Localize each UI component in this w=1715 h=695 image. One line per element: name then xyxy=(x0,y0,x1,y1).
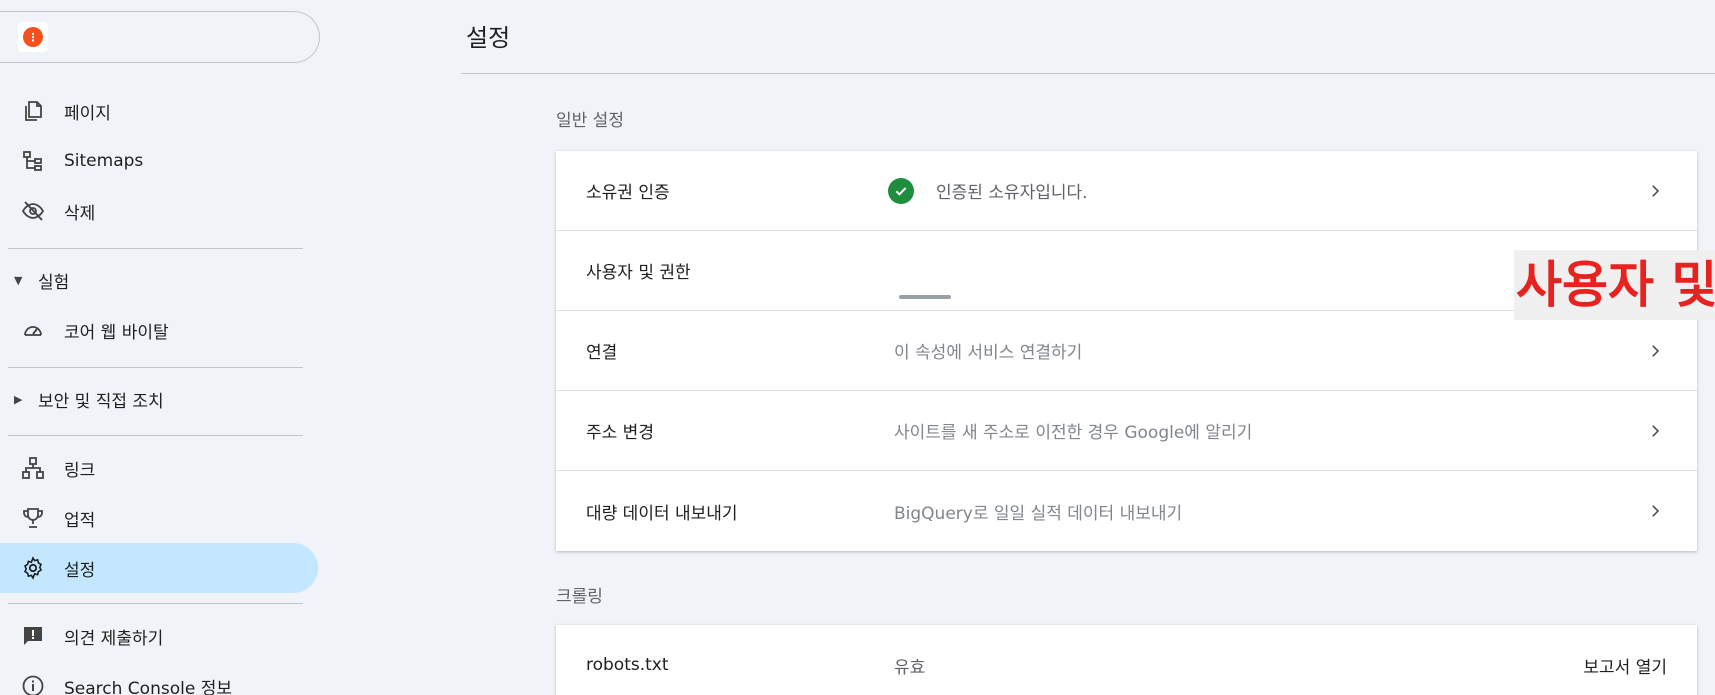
sidebar-group-label: 보안 및 직접 조치 xyxy=(38,391,164,412)
property-logo: ⋮ xyxy=(18,22,48,52)
property-logo-icon: ⋮ xyxy=(23,27,43,47)
row-ownership-verification[interactable]: 소유권 인증 인증된 소유자입니다. xyxy=(556,151,1697,231)
sidebar-item-label: 업적 xyxy=(64,510,96,531)
check-circle-icon xyxy=(888,177,914,204)
sidebar-item-about[interactable]: Search Console 정보 xyxy=(0,661,318,695)
row-label: 연결 xyxy=(586,343,618,363)
info-icon xyxy=(20,673,46,695)
sidebar-item-label: 설정 xyxy=(64,560,96,581)
divider xyxy=(8,248,303,249)
open-report-button[interactable]: 보고서 열기 xyxy=(1583,653,1667,678)
sidebar-item-sitemaps[interactable]: Sitemaps xyxy=(0,136,318,186)
sidebar-item-achievements[interactable]: 업적 xyxy=(0,493,318,543)
sidebar-item-settings[interactable]: 설정 xyxy=(0,543,318,593)
sidebar-item-pages[interactable]: 페이지 xyxy=(0,86,318,136)
pages-icon xyxy=(20,98,46,124)
sidebar-item-label: Sitemaps xyxy=(64,151,144,171)
caret-right-icon: ▶ xyxy=(14,392,23,406)
chevron-right-icon xyxy=(1643,179,1667,203)
sidebar-group-label: 실험 xyxy=(38,272,70,293)
sidebar-item-label: 코어 웹 바이탈 xyxy=(64,322,169,343)
sitemap-icon xyxy=(20,148,46,174)
section-heading-general: 일반 설정 xyxy=(556,111,624,131)
caret-down-icon: ▼ xyxy=(14,273,23,287)
sidebar-item-feedback[interactable]: 의견 제출하기 xyxy=(0,611,318,661)
divider xyxy=(8,603,303,604)
row-change-of-address[interactable]: 주소 변경 사이트를 새 주소로 이전한 경우 Google에 알리기 xyxy=(556,391,1697,471)
links-icon xyxy=(20,455,46,481)
general-settings-card: 소유권 인증 인증된 소유자입니다. 사용자 및 권한 연결 이 속성에 서비스… xyxy=(556,151,1697,551)
sidebar-item-label: 의견 제출하기 xyxy=(64,628,164,649)
title-divider xyxy=(461,73,1715,74)
row-value: BigQuery로 일일 실적 데이터 내보내기 xyxy=(894,503,1183,524)
gear-icon xyxy=(20,555,46,581)
sidebar-item-core-web-vitals[interactable]: 코어 웹 바이탈 xyxy=(0,305,318,355)
row-value: 인증된 소유자입니다. xyxy=(888,177,1088,204)
trophy-icon xyxy=(20,505,46,531)
row-bulk-data-export[interactable]: 대량 데이터 내보내기 BigQuery로 일일 실적 데이터 내보내기 xyxy=(556,471,1697,551)
row-value: 유효 xyxy=(894,657,926,678)
sidebar-item-removals[interactable]: 삭제 xyxy=(0,186,318,236)
section-heading-crawling: 크롤링 xyxy=(556,587,603,607)
sidebar-item-label: Search Console 정보 xyxy=(64,678,232,695)
row-value: 사이트를 새 주소로 이전한 경우 Google에 알리기 xyxy=(894,423,1253,443)
chevron-right-icon xyxy=(1643,339,1667,363)
row-label: 대량 데이터 내보내기 xyxy=(586,503,738,524)
row-label: robots.txt xyxy=(586,655,669,675)
loading-indicator xyxy=(899,295,951,299)
sidebar-group-experiment[interactable]: ▼ 실험 xyxy=(0,260,318,300)
row-value-text: 인증된 소유자입니다. xyxy=(936,183,1088,203)
row-associations[interactable]: 연결 이 속성에 서비스 연결하기 xyxy=(556,311,1697,391)
divider xyxy=(8,435,303,436)
feedback-icon xyxy=(20,623,46,649)
crawling-card: robots.txt 유효 보고서 열기 xyxy=(556,625,1697,695)
row-value: 이 속성에 서비스 연결하기 xyxy=(894,343,1083,363)
row-label: 주소 변경 xyxy=(586,423,654,443)
page-title: 설정 xyxy=(466,24,511,52)
visibility-off-icon xyxy=(20,198,46,224)
overlay-caption: 사용자 및 xyxy=(1514,250,1715,320)
sidebar-item-label: 삭제 xyxy=(64,203,96,224)
row-label: 소유권 인증 xyxy=(586,183,670,203)
row-label: 사용자 및 권한 xyxy=(586,263,691,283)
divider xyxy=(8,367,303,368)
sidebar-item-label: 링크 xyxy=(64,460,96,481)
chevron-right-icon xyxy=(1643,499,1667,523)
sidebar-group-security[interactable]: ▶ 보안 및 직접 조치 xyxy=(0,379,318,419)
chevron-right-icon xyxy=(1643,419,1667,443)
speed-icon xyxy=(20,317,46,343)
sidebar-item-label: 페이지 xyxy=(64,103,111,124)
sidebar-item-links[interactable]: 링크 xyxy=(0,443,318,493)
property-selector[interactable]: ⋮ xyxy=(0,11,320,63)
row-robots-txt[interactable]: robots.txt 유효 보고서 열기 xyxy=(556,625,1697,695)
sidebar: ⋮ 페이지 Sitemaps 삭제 ▼ 실험 코어 웹 바이탈 ▶ 보안 및 직… xyxy=(0,0,320,695)
